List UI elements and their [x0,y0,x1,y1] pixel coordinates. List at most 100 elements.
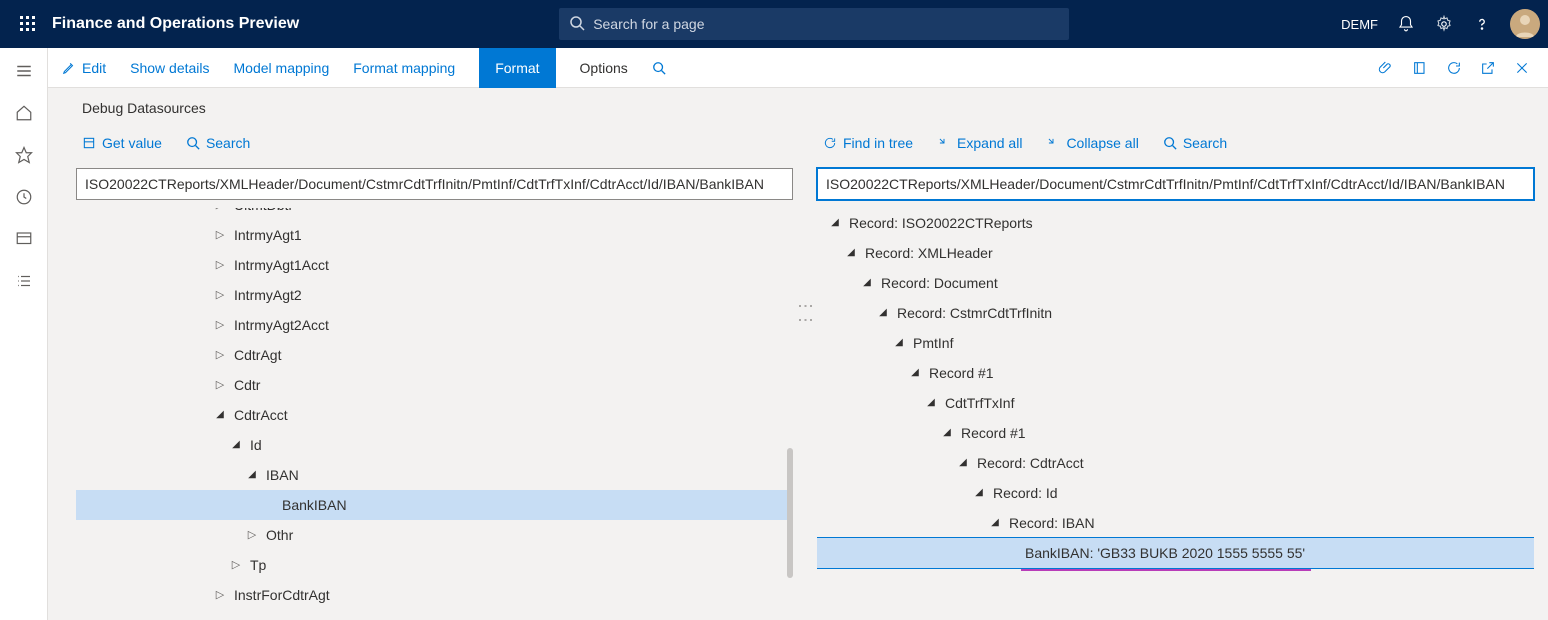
chevron-right-icon[interactable]: ▷ [212,208,228,220]
tree-row[interactable]: ◢Record: CdtrAcct [817,448,1534,478]
chevron-right-icon[interactable]: ▷ [212,370,228,400]
chevron-right-icon[interactable]: ▷ [212,580,228,610]
edit-button[interactable]: Edit [62,60,106,76]
tree-node-label: Id [250,430,262,460]
tree-row[interactable]: ▷InstrForCdtrAgt [76,580,793,610]
left-search-button[interactable]: Search [186,135,250,151]
chevron-right-icon[interactable]: ▷ [212,310,228,340]
tree-row[interactable]: ▷Cdtr [76,370,793,400]
options-button[interactable]: Options [580,60,628,76]
tree-node-label: BankIBAN [282,490,347,520]
menu-icon[interactable] [15,62,33,80]
tree-row[interactable]: ◢IBAN [76,460,793,490]
left-path-input[interactable] [76,168,793,200]
chevron-down-icon[interactable]: ◢ [843,238,859,268]
tree-node-label: Cdtr [234,370,260,400]
tree-row[interactable]: ▷UltmtDbtr [76,208,793,220]
app-title: Finance and Operations Preview [52,15,299,33]
chevron-down-icon[interactable]: ◢ [987,508,1003,538]
tree-row[interactable]: ▷IntrmyAgt1Acct [76,250,793,280]
chevron-down-icon[interactable]: ◢ [827,208,843,238]
company-code[interactable]: DEMF [1341,17,1378,32]
chevron-down-icon[interactable]: ◢ [212,400,228,430]
right-search-button[interactable]: Search [1163,135,1227,151]
recent-icon[interactable] [15,188,33,206]
collapse-all-button[interactable]: Collapse all [1046,135,1138,151]
user-avatar[interactable] [1510,9,1540,39]
popout-icon[interactable] [1480,60,1496,76]
help-icon[interactable] [1472,14,1492,34]
star-icon[interactable] [15,146,33,164]
tree-row[interactable]: ◢Record: Document [817,268,1534,298]
tree-row[interactable]: ◢PmtInf [817,328,1534,358]
model-mapping-button[interactable]: Model mapping [234,60,330,76]
chevron-right-icon[interactable]: ▷ [212,280,228,310]
tree-row[interactable]: ▷IntrmyAgt2Acct [76,310,793,340]
tree-row[interactable]: ◢Record #1 [817,418,1534,448]
tree-row[interactable]: ▷CdtrAgt [76,340,793,370]
workspace-icon[interactable] [15,230,33,248]
scrollbar-thumb[interactable] [787,448,793,578]
tree-node-label: PmtInf [913,328,953,358]
bell-icon[interactable] [1396,14,1416,34]
tree-row[interactable]: ◢Record: XMLHeader [817,238,1534,268]
tree-row[interactable]: ◢Record: Id [817,478,1534,508]
splitter-handle[interactable]: ⋮⋮ [796,298,815,326]
chevron-down-icon[interactable]: ◢ [955,448,971,478]
tree-row[interactable]: BankIBAN: 'GB33 BUKB 2020 1555 5555 55' [817,538,1534,568]
refresh-icon[interactable] [1446,60,1462,76]
chevron-right-icon[interactable]: ▷ [212,220,228,250]
chevron-down-icon[interactable]: ◢ [875,298,891,328]
app-launcher-icon[interactable] [8,16,48,32]
nav-rail [0,48,48,620]
tree-row[interactable]: ◢CdtrAcct [76,400,793,430]
modules-icon[interactable] [15,272,33,290]
tree-row[interactable]: BankIBAN [76,490,793,520]
chevron-down-icon[interactable]: ◢ [891,328,907,358]
chevron-down-icon[interactable]: ◢ [244,460,260,490]
tree-node-label: IntrmyAgt2Acct [234,310,329,340]
chevron-right-icon[interactable]: ▷ [212,250,228,280]
tree-row[interactable]: ▷IntrmyAgt2 [76,280,793,310]
find-in-tree-button[interactable]: Find in tree [823,135,913,151]
show-details-button[interactable]: Show details [130,60,209,76]
chevron-down-icon[interactable]: ◢ [907,358,923,388]
tree-node-label: IBAN [266,460,299,490]
expand-all-button[interactable]: Expand all [937,135,1022,151]
command-bar: Edit Show details Model mapping Format m… [48,48,1548,88]
get-value-button[interactable]: Get value [82,135,162,151]
tree-row[interactable]: ◢CdtTrfTxInf [817,388,1534,418]
chevron-right-icon[interactable]: ▷ [244,520,260,550]
tree-row[interactable]: ▷IntrmyAgt1 [76,220,793,250]
chevron-down-icon[interactable]: ◢ [939,418,955,448]
format-tab[interactable]: Format [479,48,555,88]
tree-row[interactable]: ◢Id [76,430,793,460]
chevron-down-icon[interactable]: ◢ [971,478,987,508]
close-icon[interactable] [1514,60,1530,76]
global-search-input[interactable] [559,8,1069,40]
format-mapping-button[interactable]: Format mapping [353,60,455,76]
chevron-right-icon[interactable]: ▷ [228,550,244,580]
highlight-underline [1021,568,1311,571]
tree-node-label: Record: Id [993,478,1058,508]
tree-row[interactable]: ▷Othr [76,520,793,550]
chevron-right-icon[interactable]: ▷ [212,340,228,370]
right-path-input[interactable] [817,168,1534,200]
tree-row[interactable]: ◢Record: ISO20022CTReports [817,208,1534,238]
home-icon[interactable] [15,104,33,122]
open-new-icon[interactable] [1412,60,1428,76]
tree-node-label: IntrmyAgt1Acct [234,250,329,280]
right-tree[interactable]: ◢Record: ISO20022CTReports◢Record: XMLHe… [817,208,1534,571]
gear-icon[interactable] [1434,14,1454,34]
attach-icon[interactable] [1378,60,1394,76]
chevron-down-icon[interactable]: ◢ [859,268,875,298]
left-tree[interactable]: ▷UltmtDbtr▷IntrmyAgt1▷IntrmyAgt1Acct▷Int… [76,208,793,610]
tree-row[interactable]: ▷Tp [76,550,793,580]
tree-node-label: Record: Document [881,268,998,298]
search-commands-icon[interactable] [652,61,666,75]
tree-row[interactable]: ◢Record #1 [817,358,1534,388]
tree-row[interactable]: ◢Record: IBAN [817,508,1534,538]
chevron-down-icon[interactable]: ◢ [228,430,244,460]
tree-row[interactable]: ◢Record: CstmrCdtTrfInitn [817,298,1534,328]
chevron-down-icon[interactable]: ◢ [923,388,939,418]
